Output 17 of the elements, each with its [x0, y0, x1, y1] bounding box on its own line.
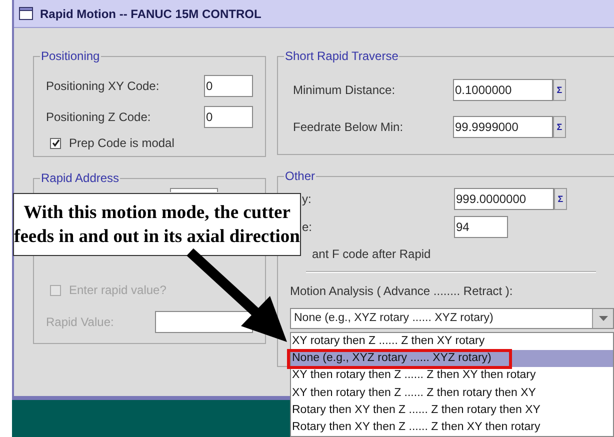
- field-label: Positioning Z Code:: [46, 109, 152, 126]
- group-title: Other: [284, 168, 316, 185]
- group-title: Rapid Address: [40, 170, 120, 187]
- field-label: Motion Analysis ( Advance ........ Retract ):: [290, 284, 513, 298]
- group-title: Positioning: [40, 48, 101, 65]
- callout-text: feeds in and out in its axial direction: [14, 226, 300, 248]
- checkbox-label: Enter rapid value?: [69, 282, 166, 299]
- field-label: Minimum Distance:: [293, 82, 396, 99]
- callout-text: With this motion mode, the cutter: [24, 202, 290, 224]
- field-label: Rapid Value:: [46, 314, 114, 331]
- group-title: Short Rapid Traverse: [284, 48, 400, 65]
- field-label: y:: [301, 191, 312, 208]
- field-label: Feedrate Below Min:: [293, 119, 404, 136]
- checkbox-label: Prep Code is modal: [69, 135, 174, 152]
- field-label: Positioning XY Code:: [46, 78, 160, 95]
- checkbox-label: ant F code after Rapid: [312, 247, 431, 261]
- window-title: Rapid Motion -- FANUC 15M CONTROL: [40, 6, 262, 22]
